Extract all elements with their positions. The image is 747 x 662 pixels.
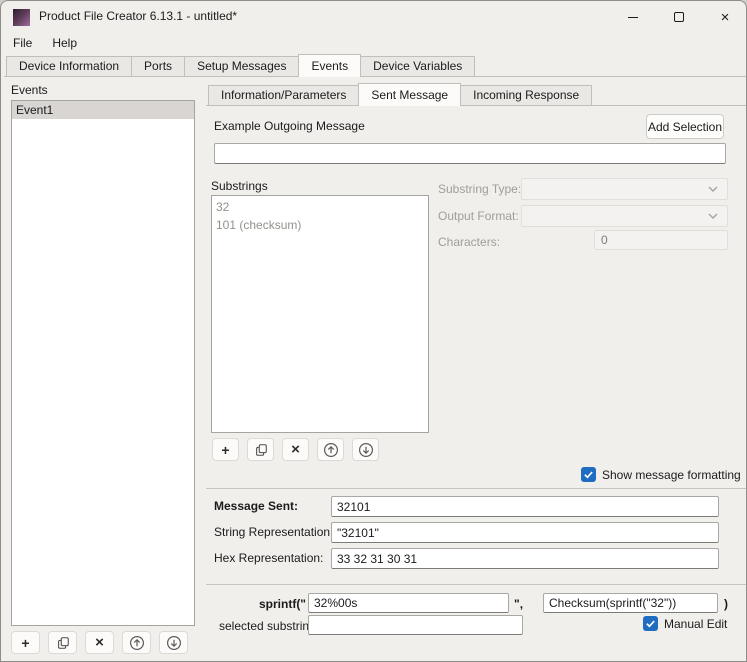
close-icon: × [721,10,730,25]
plus-icon: + [221,442,229,458]
app-icon [13,9,30,26]
minimize-button[interactable] [610,1,656,33]
list-item[interactable]: Event1 [12,101,194,119]
copy-event-button[interactable] [48,631,77,654]
main-tab-bar: Device Information Ports Setup Messages … [4,55,747,77]
plus-icon: + [21,635,29,651]
menu-bar: File Help [1,33,747,55]
move-event-down-button[interactable] [159,631,188,654]
title-bar: Product File Creator 6.13.1 - untitled* … [1,1,747,33]
sprintf-prefix-label: sprintf(" [214,597,306,611]
tab-setup-messages[interactable]: Setup Messages [184,56,299,76]
substrings-list[interactable]: 32 101 (checksum) [211,195,429,433]
sprintf-checksum-input[interactable] [543,593,718,613]
delete-substring-button[interactable]: × [282,438,309,461]
show-message-formatting-label: Show message formatting [602,468,741,482]
move-down-icon [166,635,182,651]
characters-input[interactable] [594,230,728,250]
add-event-button[interactable]: + [11,631,40,654]
manual-edit-label: Manual Edit [664,617,727,631]
string-representation-input[interactable] [331,522,719,543]
characters-label: Characters: [438,235,500,249]
checkbox-checked-icon [581,467,596,482]
close-button[interactable]: × [702,1,747,33]
output-format-label: Output Format: [438,209,519,223]
maximize-icon [674,12,684,22]
message-sent-input[interactable] [331,496,719,517]
hex-representation-label: Hex Representation: [214,551,323,565]
sprintf-suffix-label: ) [724,597,728,611]
divider [206,584,746,585]
move-up-icon [323,442,339,458]
substring-type-select[interactable] [521,178,728,200]
tab-device-variables[interactable]: Device Variables [360,56,475,76]
move-event-up-button[interactable] [122,631,151,654]
output-format-select[interactable] [521,205,728,227]
menu-help[interactable]: Help [42,33,87,55]
move-substring-up-button[interactable] [317,438,344,461]
chevron-down-icon [707,212,719,220]
tab-incoming-response[interactable]: Incoming Response [460,85,592,105]
chevron-down-icon [707,185,719,193]
copy-substring-button[interactable] [247,438,274,461]
events-toolbar: + × [11,631,188,654]
substrings-label: Substrings [211,179,268,193]
show-message-formatting-checkbox[interactable]: Show message formatting [581,467,741,482]
substrings-toolbar: + × [212,438,379,461]
example-outgoing-message-input[interactable] [214,143,726,164]
app-window: Product File Creator 6.13.1 - untitled* … [0,0,747,662]
window-title: Product File Creator 6.13.1 - untitled* [39,9,237,23]
message-sent-label: Message Sent: [214,499,298,513]
add-selection-button[interactable]: Add Selection [646,114,724,139]
tab-ports[interactable]: Ports [131,56,185,76]
delete-event-button[interactable]: × [85,631,114,654]
list-item[interactable]: 32 [212,198,428,216]
move-up-icon [129,635,145,651]
selected-substring-input[interactable] [308,615,523,635]
add-substring-button[interactable]: + [212,438,239,461]
tab-information-parameters[interactable]: Information/Parameters [208,85,359,105]
events-list[interactable]: Event1 [11,100,195,626]
copy-icon [254,443,268,457]
substring-type-label: Substring Type: [438,182,521,196]
copy-icon [56,636,70,650]
minimize-icon [628,17,638,18]
events-panel-label: Events [11,83,48,97]
tab-device-information[interactable]: Device Information [6,56,132,76]
delete-icon: × [95,635,104,650]
divider [206,488,746,489]
string-representation-label: String Representation: [214,525,333,539]
move-down-icon [358,442,374,458]
delete-icon: × [291,442,300,457]
list-item[interactable]: 101 (checksum) [212,216,428,234]
hex-representation-input[interactable] [331,548,719,569]
tab-events[interactable]: Events [298,54,361,77]
tab-sent-message[interactable]: Sent Message [358,83,461,106]
sprintf-format-input[interactable] [308,593,509,613]
menu-file[interactable]: File [3,33,42,55]
move-substring-down-button[interactable] [352,438,379,461]
checkbox-checked-icon [643,616,658,631]
event-tab-bar: Information/Parameters Sent Message Inco… [206,84,747,106]
selected-substring-label: selected substring [219,619,316,633]
maximize-button[interactable] [656,1,702,33]
example-outgoing-message-label: Example Outgoing Message [214,119,365,133]
sprintf-separator-label: ", [514,597,523,611]
manual-edit-checkbox[interactable]: Manual Edit [643,616,727,631]
